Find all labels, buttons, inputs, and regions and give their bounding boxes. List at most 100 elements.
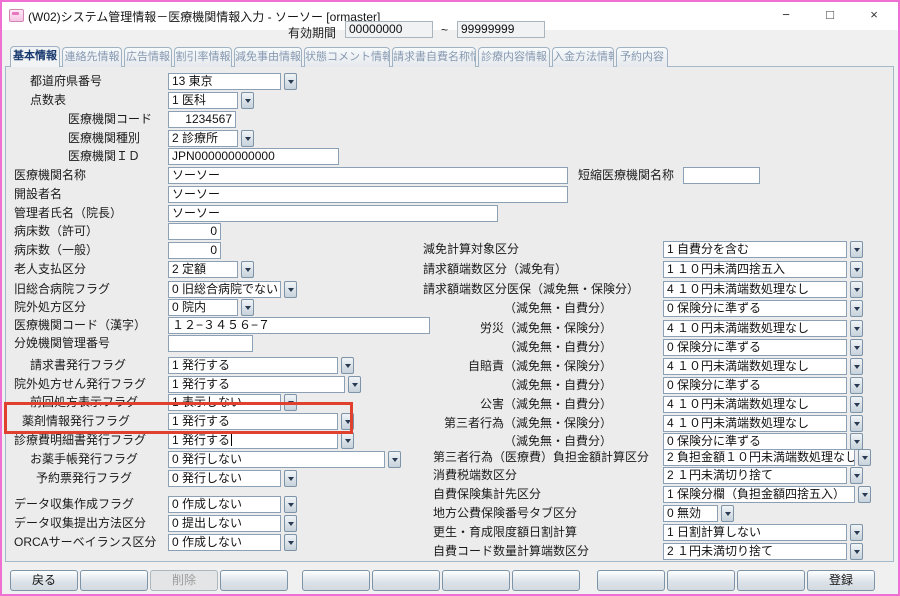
short-medical-inst-name-field[interactable] [683, 167, 760, 184]
exemption-calc-target-class-combobox[interactable]: 1 自費分を含む [663, 241, 847, 258]
tab-status-comment-info[interactable]: 状態コメント情報 [304, 47, 390, 67]
delivery-inst-number-input[interactable] [168, 335, 253, 352]
reservation-slip-issue-flag-dropdown-arrow[interactable] [284, 470, 297, 487]
exemption-calc-target-class-dropdown-arrow[interactable] [850, 241, 863, 258]
f2-blank-button[interactable] [80, 570, 148, 591]
register-button[interactable]: 登録 [807, 570, 875, 591]
kogai-no-exemption-self-dropdown-arrow[interactable] [850, 396, 863, 413]
tab-ad-info[interactable]: 広告情報 [124, 47, 172, 67]
local-public-insurance-tab-class-combobox[interactable]: 0 無効 [663, 505, 718, 522]
minimize-button[interactable]: − [764, 0, 808, 30]
self-pay-insurance-aggregation-combobox[interactable]: 1 保険分欄（負担金額四捨五入） [663, 486, 855, 503]
beds-general-input[interactable]: 0 [168, 242, 221, 259]
tab-deposit-method-info[interactable]: 入金方法情報 [552, 47, 614, 67]
f4-blank-button[interactable] [220, 570, 288, 591]
kogai-no-exemption-self-combobox[interactable]: 4 １０円未満端数処理なし [663, 396, 847, 413]
local-public-insurance-tab-class-dropdown-arrow[interactable] [721, 505, 734, 522]
old-general-hospital-flag-dropdown-arrow[interactable] [284, 281, 297, 298]
tab-discount-rate-info[interactable]: 割引率情報 [174, 47, 232, 67]
external-prescription-issue-flag-dropdown-arrow[interactable] [348, 376, 361, 393]
f6-blank-button[interactable] [372, 570, 440, 591]
kosei-ikusei-daily-calc-dropdown-arrow[interactable] [850, 524, 863, 541]
third-party-no-exemption-insurance-dropdown-arrow[interactable] [850, 415, 863, 432]
medical-fee-statement-issue-flag-combobox[interactable]: 1 発行する [168, 432, 338, 449]
orca-surveillance-class-combobox[interactable]: 0 作成しない [168, 534, 281, 551]
invoice-issue-flag-dropdown-arrow[interactable] [341, 357, 354, 374]
third-party-medical-burden-calc-combobox[interactable]: 2 負担金額１０円未満端数処理なし [663, 449, 855, 466]
data-collection-create-flag-combobox[interactable]: 0 作成しない [168, 496, 281, 513]
prefecture-number-dropdown-arrow[interactable] [284, 73, 297, 90]
f11-blank-button[interactable] [737, 570, 805, 591]
medical-fee-statement-issue-flag-dropdown-arrow[interactable] [341, 432, 354, 449]
rosai-no-exemption-self-combobox[interactable]: 0 保険分に準ずる [663, 339, 847, 356]
external-prescription-class-label: 院外処方区分 [14, 299, 86, 316]
consumption-tax-rounding-dropdown-arrow[interactable] [850, 467, 863, 484]
billing-rounding-with-exemption-dropdown-arrow[interactable] [850, 261, 863, 278]
data-collection-create-flag-dropdown-arrow[interactable] [284, 496, 297, 513]
medical-inst-type-dropdown-arrow[interactable] [241, 130, 254, 147]
beds-licensed-input[interactable]: 0 [168, 223, 221, 240]
external-prescription-class-dropdown-arrow[interactable] [241, 299, 254, 316]
billing-rounding-with-exemption-combobox[interactable]: 1 １０円未満四捨五入 [663, 261, 847, 278]
maximize-button[interactable]: □ [808, 0, 852, 30]
third-party-no-exemption-insurance-combobox[interactable]: 4 １０円未満端数処理なし [663, 415, 847, 432]
kosei-ikusei-daily-calc-combobox[interactable]: 1 日割計算しない [663, 524, 847, 541]
f9-blank-button[interactable] [597, 570, 665, 591]
rosai-no-exemption-self-dropdown-arrow[interactable] [850, 339, 863, 356]
elderly-payment-class-combobox[interactable]: 2 定額 [168, 261, 238, 278]
tab-medical-content-info[interactable]: 診療内容情報 [478, 47, 550, 67]
medical-inst-name-input[interactable]: ソーソー [168, 167, 568, 184]
billing-rounding-ins-no-exemption-insurance-combobox[interactable]: 4 １０円未満端数処理なし [663, 281, 847, 298]
data-collection-submit-class-dropdown-arrow[interactable] [284, 515, 297, 532]
elderly-payment-class-label: 老人支払区分 [14, 261, 86, 278]
jibaiseki-no-exemption-insurance-dropdown-arrow[interactable] [850, 358, 863, 375]
medical-inst-code-kanji-input[interactable]: １２−３４５６−７ [168, 317, 430, 334]
jibaiseki-no-exemption-self-combobox[interactable]: 0 保険分に準ずる [663, 377, 847, 394]
back-button[interactable]: 戻る [10, 570, 78, 591]
tab-exemption-reason-info[interactable]: 減免事由情報 [234, 47, 302, 67]
elderly-payment-class-dropdown-arrow[interactable] [241, 261, 254, 278]
old-general-hospital-flag-combobox[interactable]: 0 旧総合病院でない [168, 281, 281, 298]
f5-blank-button[interactable] [302, 570, 370, 591]
external-prescription-issue-flag-combobox[interactable]: 1 発行する [168, 376, 345, 393]
orca-surveillance-class-dropdown-arrow[interactable] [284, 534, 297, 551]
jibaiseki-no-exemption-self-dropdown-arrow[interactable] [850, 377, 863, 394]
consumption-tax-rounding-combobox[interactable]: 2 １円未満切り捨て [663, 467, 847, 484]
billing-rounding-ins-no-exemption-self-dropdown-arrow[interactable] [850, 300, 863, 317]
medical-inst-code-input[interactable]: 1234567 [168, 111, 236, 128]
third-party-no-exemption-self-combobox[interactable]: 0 保険分に準ずる [663, 433, 847, 450]
tab-invoice-selfpay-name-info[interactable]: 請求書自費名称情報 [392, 47, 476, 67]
self-pay-code-quantity-rounding-dropdown-arrow[interactable] [850, 543, 863, 560]
self-pay-insurance-aggregation-dropdown-arrow[interactable] [858, 486, 871, 503]
administrator-name-input[interactable]: ソーソー [168, 205, 498, 222]
medicine-notebook-issue-flag-combobox[interactable]: 0 発行しない [168, 451, 385, 468]
reservation-slip-issue-flag-combobox[interactable]: 0 発行しない [168, 470, 281, 487]
third-party-medical-burden-calc-dropdown-arrow[interactable] [858, 449, 871, 466]
f10-blank-button[interactable] [667, 570, 735, 591]
third-party-no-exemption-self-dropdown-arrow[interactable] [850, 433, 863, 450]
tab-reservation-content[interactable]: 予約内容 [616, 47, 668, 67]
self-pay-code-quantity-rounding-combobox[interactable]: 2 １円未満切り捨て [663, 543, 847, 560]
billing-rounding-ins-no-exemption-self-combobox[interactable]: 0 保険分に準ずる [663, 300, 847, 317]
jibaiseki-no-exemption-insurance-combobox[interactable]: 4 １０円未満端数処理なし [663, 358, 847, 375]
billing-rounding-ins-no-exemption-insurance-dropdown-arrow[interactable] [850, 281, 863, 298]
score-table-combobox[interactable]: 1 医科 [168, 92, 238, 109]
validity-to-field[interactable]: 99999999 [457, 21, 545, 38]
prefecture-number-combobox[interactable]: 13 東京 [168, 73, 281, 90]
invoice-issue-flag-combobox[interactable]: 1 発行する [168, 357, 338, 374]
founder-name-input[interactable]: ソーソー [168, 186, 568, 203]
f7-blank-button[interactable] [442, 570, 510, 591]
medicine-notebook-issue-flag-dropdown-arrow[interactable] [388, 451, 401, 468]
data-collection-submit-class-combobox[interactable]: 0 提出しない [168, 515, 281, 532]
rosai-no-exemption-insurance-dropdown-arrow[interactable] [850, 320, 863, 337]
score-table-dropdown-arrow[interactable] [241, 92, 254, 109]
medical-inst-type-combobox[interactable]: 2 診療所 [168, 130, 238, 147]
external-prescription-class-combobox[interactable]: 0 院内 [168, 299, 238, 316]
tab-basic-info[interactable]: 基本情報 [10, 46, 60, 67]
rosai-no-exemption-insurance-combobox[interactable]: 4 １０円未満端数処理なし [663, 320, 847, 337]
tab-contact-info[interactable]: 連絡先情報 [62, 47, 122, 67]
close-button[interactable]: × [852, 0, 896, 30]
medical-inst-id-input[interactable]: JPN000000000000 [168, 148, 339, 165]
f8-blank-button[interactable] [512, 570, 580, 591]
validity-from-field[interactable]: 00000000 [345, 21, 433, 38]
